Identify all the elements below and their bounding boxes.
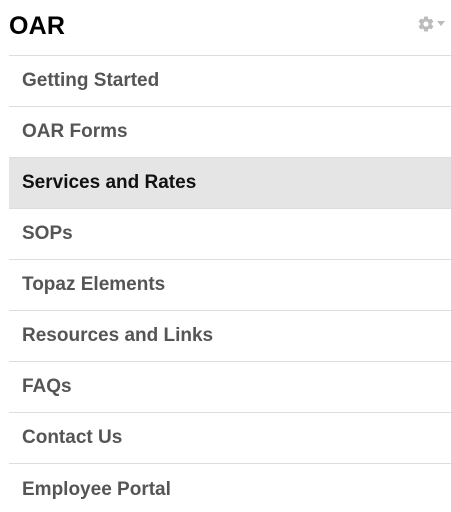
caret-down-icon (437, 21, 445, 27)
nav-item-employee-portal[interactable]: Employee Portal (9, 464, 451, 512)
nav-item-resources-and-links[interactable]: Resources and Links (9, 311, 451, 362)
gear-icon (417, 15, 435, 33)
nav-item-label: FAQs (22, 376, 72, 397)
site-navigation-panel: OAR Getting Started OAR Forms Services a… (0, 0, 451, 512)
site-header: OAR (9, 0, 451, 56)
nav-item-label: SOPs (22, 223, 73, 244)
nav-item-label: OAR Forms (22, 121, 128, 142)
nav-item-faqs[interactable]: FAQs (9, 362, 451, 413)
nav-item-getting-started[interactable]: Getting Started (9, 56, 451, 107)
settings-menu-button[interactable] (417, 14, 447, 34)
nav-item-topaz-elements[interactable]: Topaz Elements (9, 260, 451, 311)
site-title: OAR (9, 12, 66, 40)
nav-item-label: Services and Rates (22, 172, 197, 193)
nav-item-label: Resources and Links (22, 325, 214, 346)
nav-item-label: Contact Us (22, 427, 123, 448)
navigation-menu: Getting Started OAR Forms Services and R… (9, 56, 451, 512)
nav-item-oar-forms[interactable]: OAR Forms (9, 107, 451, 158)
nav-item-label: Topaz Elements (22, 274, 166, 295)
nav-item-sops[interactable]: SOPs (9, 209, 451, 260)
nav-item-label: Getting Started (22, 70, 160, 91)
nav-item-services-and-rates[interactable]: Services and Rates (9, 158, 451, 209)
nav-item-contact-us[interactable]: Contact Us (9, 413, 451, 464)
nav-item-label: Employee Portal (22, 478, 171, 500)
